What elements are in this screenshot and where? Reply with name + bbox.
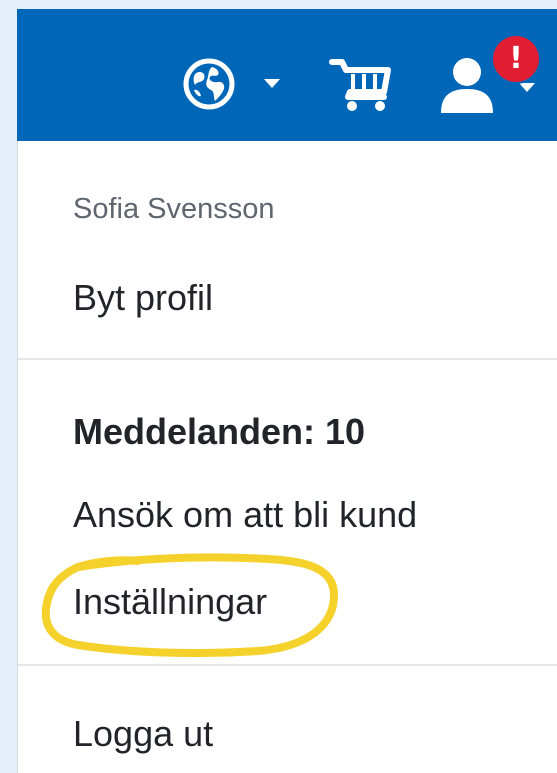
cart-icon[interactable] (328, 56, 392, 114)
user-dropdown-menu: Sofia Svensson Byt profil Meddelanden: 1… (17, 141, 557, 773)
user-name-header: Sofia Svensson (73, 193, 275, 225)
divider (18, 358, 557, 360)
divider (18, 664, 557, 666)
switch-profile-item[interactable]: Byt profil (73, 277, 213, 319)
logout-item[interactable]: Logga ut (73, 713, 213, 755)
messages-item[interactable]: Meddelanden: 10 (73, 411, 365, 453)
apply-customer-item[interactable]: Ansök om att bli kund (73, 494, 417, 536)
settings-item[interactable]: Inställningar (73, 581, 267, 623)
alert-badge: ! (493, 36, 539, 82)
top-navbar: ! (17, 9, 557, 141)
globe-icon[interactable] (182, 57, 236, 111)
chevron-down-icon[interactable] (519, 83, 535, 92)
user-icon[interactable] (437, 55, 497, 115)
chevron-down-icon[interactable] (264, 79, 280, 88)
